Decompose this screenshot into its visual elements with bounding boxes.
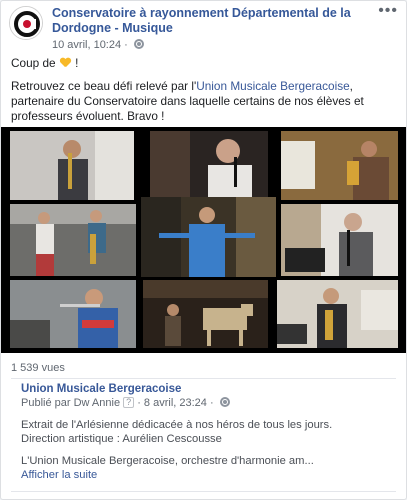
shared-line-3: L'Union Musicale Bergeracoise, orchestre… [21,455,314,467]
meta-separator: · [121,39,131,51]
shared-globe-icon [219,397,230,407]
video-tile-clarinetist-1 [150,131,268,200]
video-tile-saxophonist-2 [281,131,398,200]
post-text-before-link: Retrouvez ce beau défi relevé par l' [11,79,197,93]
see-more-link[interactable]: Afficher la suite [21,469,97,481]
video-player[interactable] [1,127,406,353]
conservatoire-logo-icon [10,7,42,39]
post-line-1-prefix: Coup de [11,56,56,70]
video-view-count: 1 539 vues [11,362,65,374]
video-tile-flutist [10,280,136,348]
shared-description: Extrait de l'Arlésienne dédicacée à nos … [21,418,391,490]
video-tile-saxophonist-1 [10,131,134,200]
more-options-icon[interactable]: ••• [378,3,398,19]
shared-published-by: Publié par Dw Annie [21,397,121,409]
post-line-1-suffix: ! [71,56,79,70]
shared-description-block-1: Extrait de l'Arlésienne dédicacée à nos … [21,418,391,446]
post-line-1: Coup de ! [11,56,397,71]
help-icon[interactable]: ? [123,397,135,408]
video-tile-barn-cow [143,280,268,348]
post-timestamp[interactable]: 10 avril, 10:24 [52,39,121,51]
video-tile-saxophonist-3 [277,280,398,348]
bottom-divider [11,491,396,492]
video-tile-conductor [141,197,276,277]
post-line-2: Retrouvez ce beau défi relevé par l'Unio… [11,79,397,124]
page-name-link[interactable]: Conservatoire à rayonnement Départementa… [52,6,364,36]
union-musicale-link[interactable]: Union Musicale Bergeracoise [196,79,349,93]
video-tile-duo [10,204,136,276]
shared-meta: Publié par Dw Annie ? · 8 avril, 23:24 · [21,397,230,409]
post-header: Conservatoire à rayonnement Départementa… [9,3,400,54]
yellow-heart-icon [60,58,71,68]
shared-description-block-2: L'Union Musicale Bergeracoise, orchestre… [21,454,391,482]
globe-icon[interactable] [133,39,144,49]
shared-line-2: Direction artistique : Aurélien Cescouss… [21,433,222,445]
video-tile-clarinetist-2 [281,204,398,276]
shared-line-1: Extrait de l'Arlésienne dédicacée à nos … [21,419,333,431]
divider [11,378,396,379]
post-body: Coup de ! Retrouvez ce beau défi relevé … [11,56,397,132]
post-card: Conservatoire à rayonnement Départementa… [0,0,407,500]
page-avatar[interactable] [9,6,43,40]
shared-time[interactable]: · 8 avril, 23:24 · [137,397,213,409]
post-meta: 10 avril, 10:24 · [52,39,144,52]
shared-page-name-link[interactable]: Union Musicale Bergeracoise [21,383,181,395]
